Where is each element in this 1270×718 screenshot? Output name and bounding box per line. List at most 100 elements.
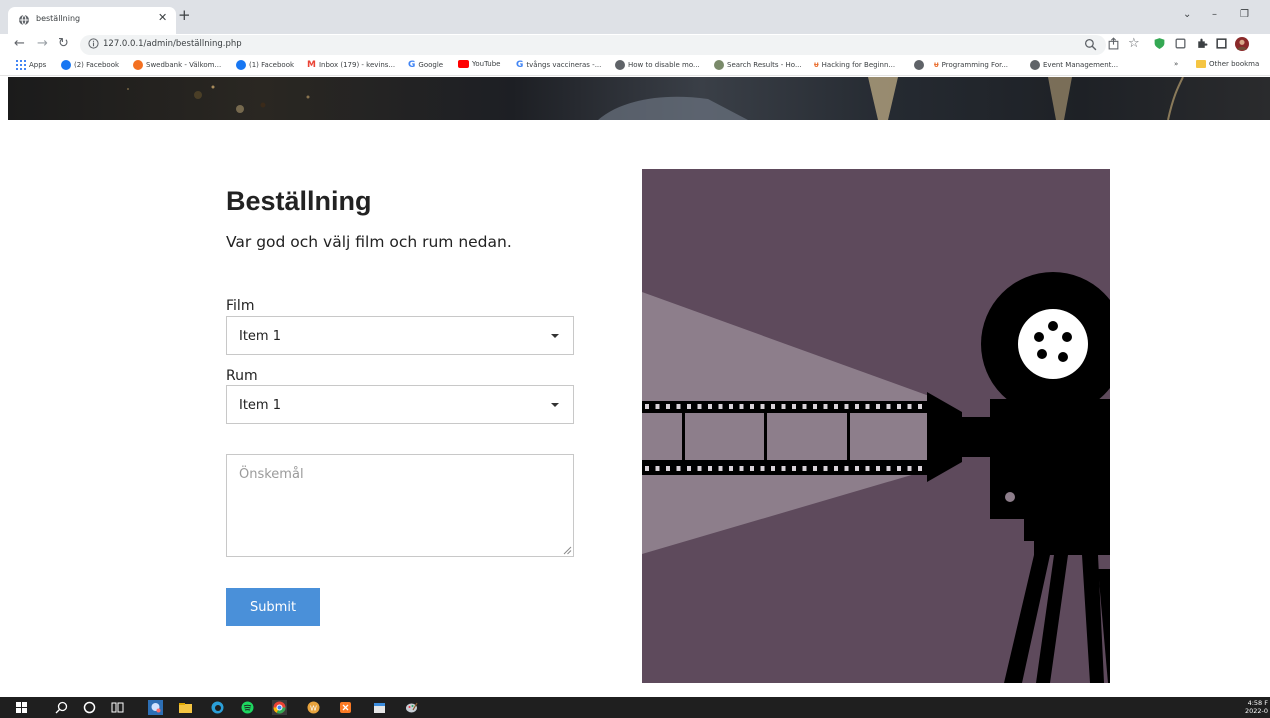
bookmark-globe[interactable]	[914, 60, 924, 70]
bookmark-label: Programming For...	[941, 60, 1009, 69]
back-arrow-icon[interactable]: ←	[14, 37, 25, 51]
puzzle-icon[interactable]	[1195, 37, 1208, 50]
film-perforation	[645, 404, 649, 409]
bookmark-facebook-1[interactable]: (1) Facebook	[236, 60, 294, 70]
extension-icon[interactable]	[1174, 37, 1187, 50]
bookmark-label: Other bookma	[1209, 60, 1260, 68]
film-perforation	[655, 404, 660, 409]
bookmark-apps[interactable]: Apps	[16, 60, 46, 70]
film-perforation	[666, 466, 670, 471]
film-perforation	[729, 404, 733, 409]
folder-icon	[1196, 60, 1206, 68]
bookmark-how-to-disable[interactable]: How to disable mo...	[615, 60, 700, 70]
bookmark-label: tvångs vaccineras -...	[526, 61, 602, 69]
submit-button[interactable]: Submit	[226, 588, 320, 626]
film-perforation	[687, 466, 691, 471]
system-clock[interactable]: 4:58 F 2022-0	[1245, 699, 1268, 715]
bookmark-label: YouTube	[472, 60, 501, 68]
cortana-icon[interactable]	[82, 700, 97, 715]
globe-icon	[19, 14, 29, 26]
film-perforation	[760, 404, 765, 409]
film-perforation	[834, 466, 838, 471]
rum-select[interactable]: Item 1	[226, 385, 574, 424]
forward-arrow-icon[interactable]: →	[37, 37, 48, 51]
other-bookmarks-folder[interactable]: Other bookma	[1196, 60, 1259, 68]
google-icon: G	[408, 60, 416, 70]
bookmark-label: (2) Facebook	[74, 61, 120, 69]
minimize-icon[interactable]: –	[1212, 9, 1217, 20]
bookmark-youtube[interactable]: YouTube	[458, 60, 500, 68]
film-perforation	[834, 404, 838, 409]
film-perforation	[718, 404, 723, 409]
page-subtitle: Var god och välj film och rum nedan.	[226, 233, 512, 251]
clock-date: 2022-0	[1244, 707, 1268, 715]
udemy-icon: ᵾ	[934, 60, 939, 69]
bookmark-gmail[interactable]: M Inbox (179) - kevins...	[307, 60, 395, 70]
gmail-icon: M	[307, 60, 316, 70]
chevron-down-icon	[551, 403, 559, 407]
windows-start-icon[interactable]	[14, 700, 29, 715]
film-perforation	[708, 404, 712, 409]
edge-icon[interactable]	[210, 700, 225, 715]
film-perforation	[918, 404, 922, 409]
film-perforation	[666, 404, 670, 409]
bookmark-facebook-2[interactable]: (2) Facebook	[61, 60, 119, 70]
restore-icon[interactable]: ❐	[1240, 9, 1249, 20]
film-perforation	[886, 466, 891, 471]
spotify-icon[interactable]	[240, 700, 255, 715]
wish-textarea[interactable]	[226, 454, 574, 557]
film-perforation	[918, 466, 922, 471]
bookmark-vaccineras[interactable]: G tvångs vaccineras -...	[516, 60, 601, 70]
film-perforation	[750, 404, 754, 409]
film-perforation	[865, 466, 870, 471]
task-view-icon[interactable]	[110, 700, 125, 715]
film-strip	[642, 401, 932, 475]
new-tab-button[interactable]: +	[178, 8, 191, 23]
swedbank-icon	[133, 60, 143, 70]
film-perforation	[750, 466, 754, 471]
file-explorer-icon[interactable]	[178, 700, 193, 715]
bookmark-label: Swedbank - Välkom...	[146, 61, 222, 69]
bookmark-hacking[interactable]: ᵾ Hacking for Beginn...	[814, 60, 895, 69]
bookmark-label: How to disable mo...	[628, 61, 700, 69]
chrome-icon[interactable]	[272, 700, 287, 715]
bookmark-google[interactable]: G Google	[408, 60, 443, 70]
bookmarks-overflow-button[interactable]: »	[1174, 60, 1178, 68]
youtube-icon	[458, 60, 469, 68]
film-perforation	[781, 466, 786, 471]
search-icon[interactable]	[54, 700, 69, 715]
film-perforation	[865, 404, 870, 409]
info-icon[interactable]	[88, 38, 99, 49]
paint-icon[interactable]	[404, 700, 419, 715]
side-panel-icon[interactable]	[1215, 37, 1228, 50]
tab-bestallning[interactable]: beställning ✕	[8, 7, 176, 34]
resize-grip-icon[interactable]	[563, 546, 572, 555]
bookmark-label: Inbox (179) - kevins...	[318, 61, 396, 69]
bookmark-programming[interactable]: ᵾ Programming For...	[934, 60, 1008, 69]
bookmark-star-icon[interactable]: ☆	[1128, 37, 1140, 51]
profile-avatar-icon[interactable]	[1235, 37, 1249, 51]
film-perforation	[802, 466, 807, 471]
rum-select-value: Item 1	[239, 398, 281, 413]
bookmark-search-results[interactable]: Search Results - Ho...	[714, 60, 802, 70]
film-select[interactable]: Item 1	[226, 316, 574, 355]
zoom-icon[interactable]	[1084, 38, 1097, 51]
film-perforation	[792, 466, 796, 471]
calendar-app-icon[interactable]	[372, 700, 387, 715]
tab-close-icon[interactable]: ✕	[158, 11, 167, 24]
browser-toolbar: ← → ↻ 127.0.0.1/admin/beställning.php ☆	[0, 34, 1270, 56]
bookmark-event-management[interactable]: Event Management...	[1030, 60, 1118, 70]
film-select-value: Item 1	[239, 329, 281, 344]
wamp-icon[interactable]: W	[306, 700, 321, 715]
xampp-icon[interactable]	[338, 700, 353, 715]
film-perforation	[907, 466, 912, 471]
app-icon-1[interactable]	[148, 700, 163, 715]
clock-time: 4:58 F	[1247, 699, 1268, 707]
tab-search-icon[interactable]: ⌄	[1183, 9, 1191, 20]
share-icon[interactable]	[1107, 37, 1120, 50]
reload-icon[interactable]: ↻	[58, 37, 69, 51]
address-bar[interactable]: 127.0.0.1/admin/beställning.php	[80, 35, 1106, 55]
shield-extension-icon[interactable]	[1153, 37, 1166, 50]
bookmark-swedbank[interactable]: Swedbank - Välkom...	[133, 60, 221, 70]
film-perforation	[781, 404, 786, 409]
